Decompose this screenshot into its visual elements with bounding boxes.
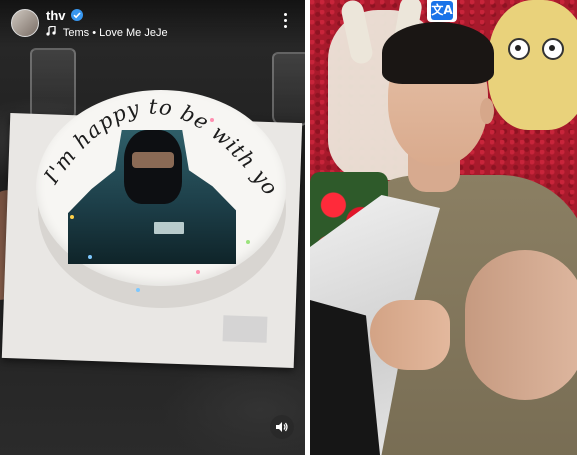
person-hand (370, 300, 450, 370)
speaker-icon[interactable] (270, 415, 294, 439)
sprinkle (210, 118, 214, 122)
translate-icon[interactable]: 文A (427, 0, 457, 22)
sprinkle (88, 255, 92, 259)
story-panel[interactable]: I'm happy to be with you thv Tems • Love… (0, 0, 305, 455)
mural-cartoon-character (488, 0, 577, 130)
music-label: Tems • Love Me JeJe (62, 27, 168, 39)
person-arm (465, 250, 577, 400)
sprinkle (196, 270, 200, 274)
more-vertical-icon[interactable] (280, 13, 290, 33)
sprinkle (136, 288, 140, 292)
sprinkle (246, 240, 250, 244)
cartoon-eye (542, 38, 564, 60)
cartoon-eye (508, 38, 530, 60)
translate-button-label: 文A (431, 1, 453, 20)
music-attribution[interactable]: Tems • Love Me JeJe (46, 25, 168, 39)
avatar[interactable] (11, 9, 39, 37)
story-header: thv Tems • Love Me JeJe (0, 0, 305, 48)
music-note-icon (46, 25, 56, 39)
person-ear (480, 98, 494, 124)
cake-lettering: I'm happy to be with you (0, 0, 282, 200)
photo-panel (310, 0, 577, 455)
sprinkle (70, 215, 74, 219)
username[interactable]: thv (46, 8, 66, 23)
verified-badge-icon (71, 9, 83, 21)
person-hair (382, 22, 494, 84)
